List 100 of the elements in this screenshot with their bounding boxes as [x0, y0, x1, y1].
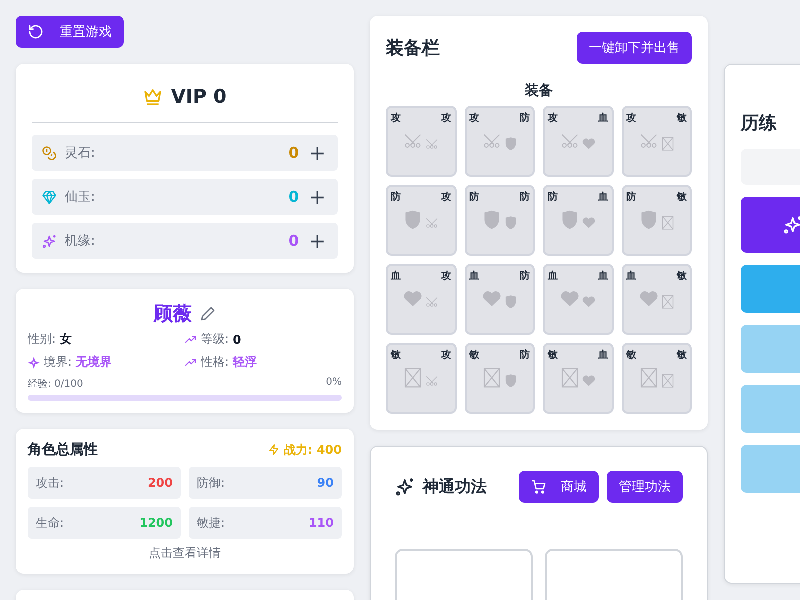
coins-icon [42, 146, 57, 160]
add-button[interactable]: + [307, 143, 328, 163]
shield-icon [560, 210, 580, 230]
slot-sub-label: 防 [520, 112, 530, 125]
equipment-slot[interactable]: 敏 血 [543, 343, 614, 414]
equipment-slot[interactable]: 攻 防 [464, 106, 535, 177]
sparkle-icon [783, 215, 800, 235]
equipment-slot[interactable]: 防 血 [543, 185, 614, 256]
slot-main-label: 攻 [391, 112, 401, 125]
crossed-box-icon [638, 368, 659, 388]
slot-sub-label: 攻 [442, 190, 452, 204]
attribute-label: 生命: [36, 514, 64, 532]
equipment-slot[interactable]: 攻 攻 [386, 106, 456, 177]
add-button[interactable]: + [307, 187, 328, 207]
shop-button[interactable]: 商城 [519, 471, 599, 503]
equipment-slot[interactable]: 血 防 [464, 264, 535, 335]
sparkle-icon [28, 356, 40, 368]
trend-up-icon [185, 334, 197, 346]
heart-icon [560, 289, 580, 309]
equipment-slot[interactable]: 攻 血 [543, 106, 614, 177]
currency-label: 灵石: [65, 145, 96, 162]
attribute-label: 敏捷: [197, 514, 226, 532]
cart-icon [531, 479, 547, 495]
equipment-slot[interactable]: 敏 攻 [386, 343, 456, 414]
slot-main-label: 敏 [548, 349, 558, 362]
skill-card[interactable] [395, 549, 533, 600]
sparkle-icon [42, 234, 57, 248]
equipment-slot[interactable]: 敏 敏 [622, 343, 692, 414]
slot-sub-label: 攻 [442, 270, 452, 283]
heart-icon [582, 295, 596, 309]
currency-label: 机缘: [65, 233, 96, 250]
lightning-icon [268, 444, 280, 456]
attributes-title: 角色总属性 [28, 441, 99, 459]
shield-icon [638, 210, 659, 230]
unequip-sell-button[interactable]: 一键卸下并出售 [577, 32, 692, 64]
slot-sub-label: 血 [598, 270, 608, 283]
stat-label: 等级: [201, 331, 230, 348]
stat-value: 轻浮 [233, 354, 258, 371]
equipment-slot[interactable]: 防 防 [464, 185, 535, 256]
equipment-slot[interactable]: 防 攻 [386, 185, 456, 256]
shield-icon [482, 210, 502, 230]
view-details-link[interactable]: 点击查看详情 [28, 545, 342, 562]
attribute-value: 90 [317, 476, 334, 490]
heart-icon [582, 374, 596, 388]
manage-skills-button[interactable]: 管理功法 [607, 471, 683, 503]
stat-value: 女 [60, 331, 72, 348]
slot-sub-label: 敏 [677, 270, 687, 283]
crossed-box-icon [660, 295, 675, 309]
edit-icon[interactable] [200, 306, 216, 322]
slot-sub-label: 防 [520, 348, 530, 362]
stat-value: 0 [233, 332, 242, 346]
slot-main-label: 血 [391, 270, 401, 283]
slot-main-label: 血 [470, 270, 480, 283]
slot-main-label: 攻 [626, 112, 636, 125]
crossed-box-icon [482, 368, 502, 388]
attribute-value: 200 [148, 476, 173, 490]
experience-label: 经验: 0/100 [28, 378, 84, 391]
heart-icon [638, 289, 659, 309]
slot-main-label: 敏 [626, 349, 636, 362]
slot-sub-label: 敏 [677, 349, 687, 362]
add-button[interactable]: + [307, 231, 328, 251]
crossed-box-icon [660, 216, 675, 230]
training-title: 历练 [741, 112, 778, 135]
reset-game-button[interactable]: 重置游戏 [16, 16, 124, 48]
equipment-title: 装备栏 [386, 37, 440, 60]
slot-sub-label: 血 [598, 112, 608, 125]
slot-sub-label: 攻 [442, 348, 452, 362]
equipment-subtitle: 装备 [524, 82, 554, 100]
crossed-swords-icon [425, 374, 440, 388]
currency-value: 0 [288, 232, 300, 250]
slot-main-label: 攻 [470, 112, 480, 125]
equipment-slot[interactable]: 敏 防 [464, 343, 535, 414]
slot-main-label: 血 [626, 270, 636, 283]
equipment-slot[interactable]: 血 敏 [622, 264, 692, 335]
stat-label: 性别: [28, 331, 56, 348]
heart-icon [403, 289, 424, 309]
slot-sub-label: 敏 [677, 191, 687, 204]
skill-card[interactable] [545, 549, 683, 600]
crown-icon [143, 87, 164, 107]
trend-up-icon [185, 356, 197, 368]
attribute-label: 攻击: [36, 474, 64, 492]
currency-value: 0 [288, 144, 300, 162]
slot-sub-label: 攻 [442, 112, 452, 125]
gem-icon [42, 190, 57, 204]
equipment-slot[interactable]: 攻 敏 [622, 106, 692, 177]
slot-main-label: 防 [470, 190, 480, 204]
character-name: 顾薇 [154, 302, 192, 327]
equipment-slot[interactable]: 血 血 [543, 264, 614, 335]
combat-power: 战力: 400 [284, 442, 342, 458]
crossed-box-icon [660, 137, 675, 151]
equipment-slot[interactable]: 血 攻 [386, 264, 456, 335]
currency-label: 仙玉: [65, 189, 96, 206]
slot-main-label: 血 [548, 270, 558, 283]
equipment-slot[interactable]: 防 敏 [622, 185, 692, 256]
crossed-box-icon [660, 374, 675, 388]
attribute-value: 110 [308, 516, 334, 530]
shield-icon [504, 216, 518, 230]
shield-icon [403, 210, 424, 230]
crossed-box-icon [560, 368, 580, 388]
sparkle-icon [395, 477, 415, 497]
